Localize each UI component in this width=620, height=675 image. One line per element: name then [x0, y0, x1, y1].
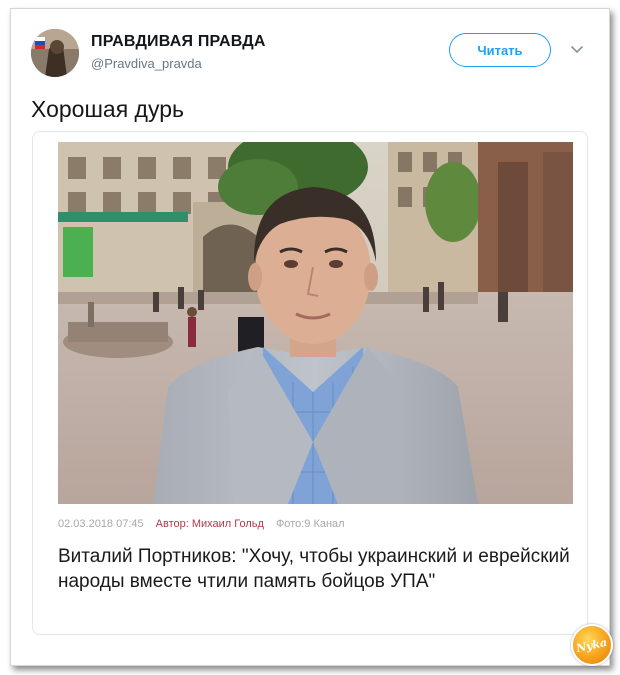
article-author[interactable]: Автор: Михаил Гольд [156, 518, 264, 530]
avatar-image [31, 29, 79, 77]
watermark-logo: Nyka [571, 624, 613, 666]
article-date: 02.03.2018 07:45 [58, 518, 144, 530]
article-meta: 02.03.2018 07:45 Автор: Михаил Гольд Фото:… [58, 518, 345, 530]
article-photo [58, 142, 573, 504]
watermark-text: Nyka [575, 635, 609, 655]
tweet-frame: ПРАВДИВАЯ ПРАВДА @Pravdiva_pravda Читать… [10, 8, 613, 666]
article-headline[interactable]: Виталий Портников: "Хочу, чтобы украинск… [58, 544, 578, 594]
tweet-text: Хорошая дурь [31, 96, 184, 122]
author-name[interactable]: ПРАВДИВАЯ ПРАВДА [91, 33, 266, 51]
chevron-down-icon[interactable] [569, 41, 585, 57]
author-handle[interactable]: @Pravdiva_pravda [91, 56, 202, 71]
follow-button[interactable]: Читать [449, 33, 551, 67]
avatar[interactable] [31, 29, 79, 77]
link-card[interactable]: 02.03.2018 07:45 Автор: Михаил Гольд Фото:… [32, 131, 588, 635]
photo-credit: Фото:9 Канал [275, 518, 345, 530]
